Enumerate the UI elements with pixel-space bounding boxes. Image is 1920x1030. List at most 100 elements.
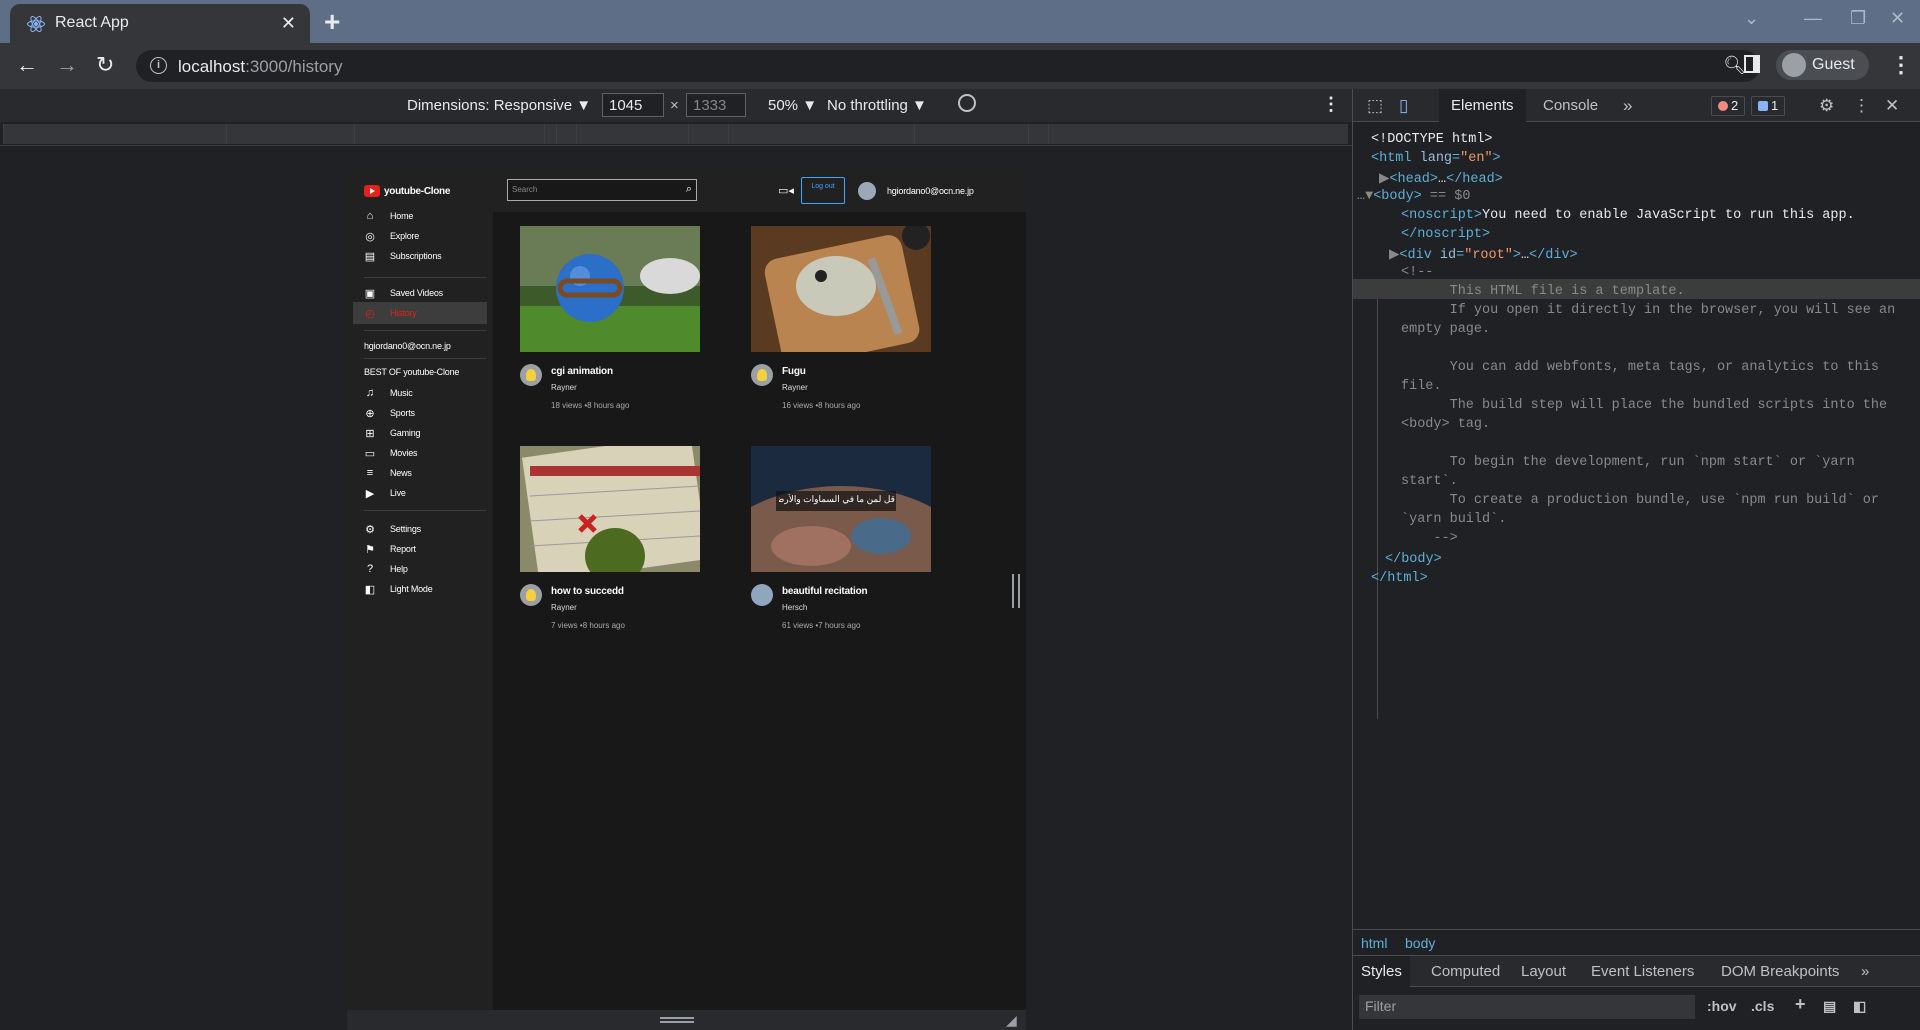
body-close[interactable]: </body> bbox=[1385, 552, 1442, 567]
sidebar-item-explore[interactable]: ◎ Explore bbox=[353, 225, 487, 247]
side-resize-handle[interactable] bbox=[1012, 574, 1020, 608]
ruler-segment[interactable] bbox=[354, 124, 544, 144]
html-close[interactable]: </html> bbox=[1371, 571, 1428, 586]
ruler-segment[interactable] bbox=[1048, 124, 1348, 144]
channel-name[interactable]: Hersch bbox=[782, 603, 807, 612]
comment-line[interactable]: --> bbox=[1401, 531, 1457, 546]
comment-line[interactable]: You can add webfonts, meta tags, or anal… bbox=[1401, 360, 1879, 375]
ruler-segment[interactable] bbox=[1028, 124, 1048, 144]
sidebar-item-help[interactable]: ? Help bbox=[353, 558, 487, 580]
back-icon[interactable]: ← bbox=[16, 52, 38, 78]
dimensions-select[interactable]: Dimensions: Responsive ▼ bbox=[407, 97, 591, 114]
site-info-icon[interactable]: i bbox=[150, 57, 167, 74]
bottom-resize-handle[interactable] bbox=[347, 1010, 1026, 1030]
sidebar-item-music[interactable]: ♫ Music bbox=[353, 382, 487, 404]
video-title[interactable]: how to succedd bbox=[551, 586, 624, 597]
tab-styles[interactable]: Styles bbox=[1353, 956, 1410, 987]
video-thumbnail[interactable] bbox=[751, 226, 931, 352]
channel-name[interactable]: Rayner bbox=[551, 383, 577, 392]
header-avatar[interactable] bbox=[858, 182, 876, 200]
sidebar-item-home[interactable]: ⌂ Home bbox=[353, 205, 487, 227]
head-node[interactable]: ▶<head>…</head> bbox=[1379, 170, 1503, 187]
search-icon[interactable]: ⌕ bbox=[686, 183, 692, 196]
comment-line[interactable]: file. bbox=[1401, 379, 1442, 394]
close-window-icon[interactable]: ✕ bbox=[1890, 8, 1905, 29]
tab-elements[interactable]: Elements bbox=[1439, 89, 1526, 122]
ruler-segment[interactable] bbox=[688, 124, 728, 144]
errors-badge[interactable]: 2 bbox=[1711, 96, 1746, 116]
search-input[interactable]: Search ⌕ bbox=[507, 179, 697, 201]
ruler-segment[interactable] bbox=[544, 124, 556, 144]
sidebar-item-report[interactable]: ⚑ Report bbox=[353, 538, 487, 560]
video-thumbnail[interactable]: قل لمن ما في السماوات والأرض قل لله bbox=[751, 446, 931, 572]
new-tab-button[interactable]: + bbox=[324, 6, 340, 38]
noscript-node[interactable]: <noscript>You need to enable JavaScript … bbox=[1401, 208, 1855, 223]
ruler-segment[interactable] bbox=[3, 124, 226, 144]
video-upload-icon[interactable]: ▭◂ bbox=[778, 184, 794, 197]
video-card[interactable]: Fugu Rayner 16 views •8 hours ago bbox=[751, 226, 931, 412]
channel-name[interactable]: Rayner bbox=[782, 383, 808, 392]
html-node[interactable]: <html lang="en"> bbox=[1371, 151, 1501, 166]
messages-badge[interactable]: 1 bbox=[1751, 96, 1786, 116]
tab-layout[interactable]: Layout bbox=[1513, 956, 1574, 987]
comment-line[interactable]: To begin the development, run `npm start… bbox=[1401, 455, 1855, 470]
throttling-select[interactable]: No throttling ▼ bbox=[827, 97, 927, 114]
tab-console[interactable]: Console bbox=[1531, 89, 1610, 122]
logout-button[interactable]: Log out bbox=[801, 177, 845, 204]
paint-icon[interactable]: ▤ bbox=[1823, 998, 1836, 1015]
channel-avatar[interactable] bbox=[751, 584, 773, 606]
comment-line[interactable]: If you open it directly in the browser, … bbox=[1401, 303, 1896, 318]
zoom-select[interactable]: 50% ▼ bbox=[768, 97, 817, 114]
ruler-segment[interactable] bbox=[226, 124, 354, 144]
ruler-segment[interactable] bbox=[914, 124, 1028, 144]
restore-icon[interactable]: ❐ bbox=[1850, 8, 1866, 29]
video-title[interactable]: beautiful recitation bbox=[782, 586, 868, 597]
body-node[interactable]: …▼<body> == $0 bbox=[1357, 189, 1470, 204]
inspect-element-icon[interactable]: ⬚ bbox=[1367, 96, 1383, 116]
doctype-node[interactable]: <!DOCTYPE html> bbox=[1371, 132, 1493, 147]
comment-line[interactable]: <!-- bbox=[1401, 265, 1433, 280]
channel-name[interactable]: Rayner bbox=[551, 603, 577, 612]
sidebar-item-settings[interactable]: ⚙ Settings bbox=[353, 518, 487, 540]
breadcrumb-html[interactable]: html bbox=[1361, 935, 1387, 951]
tab-computed[interactable]: Computed bbox=[1423, 956, 1508, 987]
profile-button[interactable]: Guest bbox=[1776, 50, 1869, 80]
add-style-rule-icon[interactable]: + bbox=[1795, 994, 1806, 1015]
tab-close-icon[interactable]: ✕ bbox=[281, 13, 296, 34]
width-input[interactable]: 1045 bbox=[602, 93, 664, 117]
video-title[interactable]: Fugu bbox=[782, 366, 806, 377]
video-card[interactable]: cgi animation Rayner 18 views •8 hours a… bbox=[520, 226, 700, 412]
noscript-close[interactable]: </noscript> bbox=[1401, 227, 1490, 242]
zoom-icon[interactable]: 🔍︎ bbox=[1723, 55, 1746, 76]
sidebar-item-sports[interactable]: ⊕ Sports bbox=[353, 402, 487, 424]
comment-line[interactable]: empty page. bbox=[1401, 322, 1490, 337]
tab-dom-breakpoints[interactable]: DOM Breakpoints bbox=[1713, 956, 1847, 987]
more-tabs-icon[interactable]: » bbox=[1623, 96, 1632, 116]
sidebar-item-subscriptions[interactable]: ▤ Subscriptions bbox=[353, 245, 487, 267]
comment-line[interactable]: <body> tag. bbox=[1401, 417, 1490, 432]
app-logo[interactable]: youtube-Clone bbox=[364, 185, 450, 197]
rotate-icon[interactable] bbox=[954, 90, 980, 116]
comment-line[interactable]: To create a production bundle, use `npm … bbox=[1401, 493, 1879, 508]
sidebar-item-history[interactable]: ◴ History bbox=[353, 302, 487, 324]
devtools-menu-icon[interactable]: ⋮ bbox=[1853, 96, 1870, 116]
video-card[interactable]: قل لمن ما في السماوات والأرض قل لله beau… bbox=[751, 446, 931, 632]
reload-icon[interactable]: ↻ bbox=[96, 52, 114, 78]
device-more-icon[interactable]: ⋮ bbox=[1322, 94, 1340, 115]
browser-menu-icon[interactable]: ⋮ bbox=[1890, 52, 1912, 78]
side-panel-icon[interactable] bbox=[1744, 55, 1760, 73]
sidebar-item-gaming[interactable]: ⊞ Gaming bbox=[353, 422, 487, 444]
computed-sidebar-icon[interactable]: ◧ bbox=[1853, 998, 1866, 1015]
ruler-segment[interactable] bbox=[576, 124, 688, 144]
video-title[interactable]: cgi animation bbox=[551, 366, 613, 377]
hov-toggle[interactable]: :hov bbox=[1707, 998, 1737, 1014]
video-thumbnail[interactable] bbox=[520, 226, 700, 352]
tab-event-listeners[interactable]: Event Listeners bbox=[1583, 956, 1702, 987]
forward-icon[interactable]: → bbox=[56, 52, 78, 78]
sidebar-item-movies[interactable]: ▭ Movies bbox=[353, 442, 487, 464]
ruler-segment[interactable] bbox=[728, 124, 914, 144]
comment-line[interactable]: `yarn build`. bbox=[1401, 512, 1506, 527]
root-div-node[interactable]: ▶<div id="root">…</div> bbox=[1389, 246, 1578, 263]
close-devtools-icon[interactable]: ✕ bbox=[1885, 96, 1899, 116]
sidebar-item-live[interactable]: ▶ Live bbox=[353, 482, 487, 504]
